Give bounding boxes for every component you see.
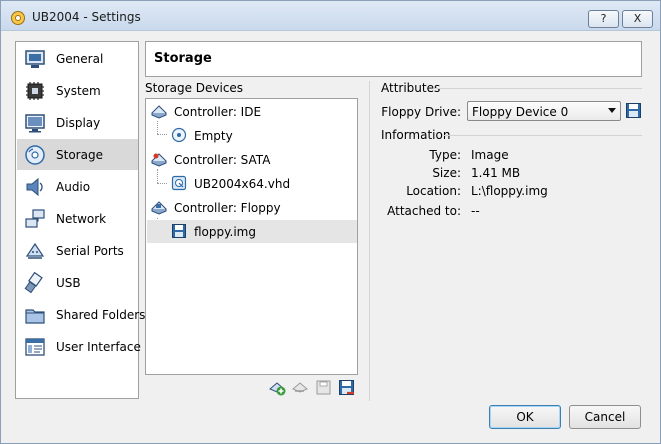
help-button[interactable]: ? [588, 10, 619, 28]
sata-controller-icon [151, 153, 167, 167]
storage-disc-icon [25, 145, 45, 165]
system-chip-icon [26, 82, 44, 100]
floppy-action-icon[interactable] [338, 379, 355, 396]
settings-sidebar: General System Display Storage Audio Net… [15, 41, 145, 399]
serial-port-icon [25, 242, 45, 259]
tree-item-label: Controller: IDE [174, 105, 262, 119]
sidebar-item-label: Audio [56, 180, 91, 194]
attached-to-value: -- [471, 204, 480, 218]
panel-separator [369, 81, 370, 401]
size-label: Size: [432, 166, 461, 180]
attributes-label: Attributes [381, 81, 441, 95]
floppy-disk-icon [172, 224, 186, 238]
tree-item-controller-ide[interactable]: Controller: IDE [147, 100, 357, 123]
add-disk-icon[interactable] [315, 379, 332, 396]
hard-disk-icon [171, 175, 187, 191]
sidebar-item-shared-folders[interactable]: Shared Folders [17, 299, 145, 330]
sidebar-item-system[interactable]: System [17, 75, 138, 106]
floppy-drive-value: Floppy Device 0 [472, 105, 569, 119]
tree-item-label: UB2004x64.vhd [194, 177, 291, 191]
remove-attachment-icon[interactable] [292, 379, 309, 396]
sidebar-item-label: System [56, 84, 101, 98]
sidebar-item-label: Display [56, 116, 101, 130]
page-title: Storage [154, 51, 212, 66]
sidebar-item-label: USB [56, 276, 81, 290]
title-bar[interactable]: UB2004 - Settings ? X [1, 1, 660, 31]
location-label: Location: [406, 184, 461, 198]
general-icon [25, 50, 45, 68]
sidebar-item-display[interactable]: Display [17, 107, 138, 138]
location-value: L:\floppy.img [471, 184, 548, 198]
display-monitor-icon [25, 114, 45, 133]
tree-item-label: floppy.img [194, 225, 256, 239]
information-label: Information [381, 128, 451, 142]
sidebar-item-label: Storage [56, 148, 103, 162]
floppy-drive-select[interactable]: Floppy Device 0 [467, 101, 621, 121]
add-attachment-icon[interactable] [269, 379, 286, 396]
choose-floppy-image-icon[interactable] [625, 102, 642, 119]
attached-to-label: Attached to: [387, 204, 461, 218]
tree-item-label: Controller: Floppy [174, 201, 281, 215]
storage-tree[interactable]: Controller: IDE Empty Controller: SATA U… [145, 98, 358, 375]
sidebar-item-audio[interactable]: Audio [17, 171, 138, 202]
chevron-down-icon [608, 108, 616, 113]
sidebar-item-label: Shared Folders [56, 308, 146, 322]
close-button[interactable]: X [622, 10, 653, 28]
tree-item-label: Empty [194, 129, 233, 143]
virtualbox-app-icon [11, 11, 25, 25]
sidebar-item-usb[interactable]: USB [17, 267, 138, 298]
page-header: Storage [145, 41, 642, 77]
sidebar-item-label: General [56, 52, 104, 66]
cancel-button[interactable]: Cancel [569, 405, 641, 429]
sidebar-item-user-interface[interactable]: User Interface [17, 331, 141, 362]
sidebar-item-storage[interactable]: Storage [17, 139, 138, 170]
window-title: UB2004 - Settings [32, 10, 141, 24]
ide-controller-icon [151, 105, 167, 119]
speaker-icon [26, 177, 43, 197]
sidebar-item-label: User Interface [56, 340, 141, 354]
tree-item-controller-sata[interactable]: Controller: SATA [147, 148, 357, 171]
settings-window: UB2004 - Settings ? X General System Dis… [0, 0, 661, 444]
information-divider [444, 135, 642, 136]
folder-icon [25, 309, 45, 324]
attributes-divider [434, 88, 642, 89]
sidebar-item-general[interactable]: General [17, 43, 138, 74]
tree-item-controller-floppy[interactable]: Controller: Floppy [147, 196, 357, 219]
usb-icon [24, 272, 43, 294]
tree-item-floppy-img[interactable]: floppy.img [147, 220, 357, 243]
size-value: 1.41 MB [471, 166, 521, 180]
sidebar-item-network[interactable]: Network [17, 203, 138, 234]
network-icon [25, 209, 45, 228]
sidebar-item-serial-ports[interactable]: Serial Ports [17, 235, 138, 266]
type-value: Image [471, 148, 509, 162]
tree-item-label: Controller: SATA [174, 153, 271, 167]
tree-item-vhd[interactable]: UB2004x64.vhd [147, 172, 357, 195]
ok-button[interactable]: OK [489, 405, 561, 429]
floppy-drive-label: Floppy Drive: [381, 105, 461, 119]
sidebar-item-label: Network [56, 212, 107, 226]
user-interface-icon [25, 338, 45, 356]
floppy-controller-icon [151, 201, 167, 215]
tree-item-empty[interactable]: Empty [147, 124, 357, 147]
storage-devices-label: Storage Devices [145, 81, 244, 95]
sidebar-item-label: Serial Ports [56, 244, 124, 258]
optical-disc-icon [171, 127, 187, 143]
type-label: Type: [429, 148, 461, 162]
